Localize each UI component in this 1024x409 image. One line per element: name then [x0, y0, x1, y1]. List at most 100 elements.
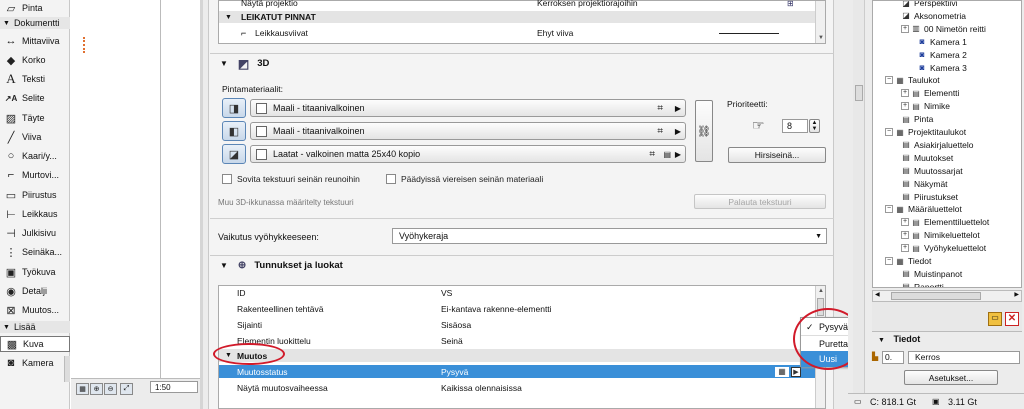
chain-link-button[interactable]: ⛓: [695, 100, 713, 162]
tool-piirustus[interactable]: ▭ Piirustus: [0, 187, 70, 203]
expand-toggle-icon[interactable]: −: [885, 257, 893, 265]
material-side-a-icon[interactable]: ◨: [222, 98, 246, 118]
tool-tyokuva[interactable]: ▣ Työkuva: [0, 264, 70, 280]
tree-node[interactable]: + ▤ Nimike: [901, 100, 950, 112]
tool-teksti[interactable]: A Teksti: [0, 71, 70, 87]
expand-toggle-icon[interactable]: +: [901, 218, 909, 227]
info-header[interactable]: ▼ Tiedot: [878, 334, 920, 344]
scroll-up-icon[interactable]: ▲: [816, 286, 825, 296]
material-select-3[interactable]: Laatat - valkoinen matta 25x40 kopio ⌗ ▤…: [250, 145, 686, 163]
priority-stepper[interactable]: ▲ ▼: [809, 119, 820, 133]
tool-mittaviiva[interactable]: ↔ Mittaviiva: [0, 33, 70, 49]
grid-scrollbar[interactable]: ▼: [815, 1, 825, 43]
tree-node[interactable]: ◙ Kamera 3: [917, 62, 967, 74]
hirsi-button[interactable]: Hirsiseinä...: [728, 147, 826, 163]
tool-muutos[interactable]: ⊠ Muutos...: [0, 302, 70, 318]
dropdown-arrow-icon[interactable]: ▶: [791, 366, 801, 377]
tree-node[interactable]: ▤ Näkymät: [901, 178, 947, 190]
expand-toggle-icon[interactable]: +: [901, 231, 909, 240]
table-row[interactable]: Näytä muutosvaiheessa Kaikissa olennaisis…: [219, 381, 817, 394]
expand-toggle-icon[interactable]: +: [901, 102, 909, 111]
grid-group-row[interactable]: ▼ LEIKATUT PINNAT: [219, 11, 815, 23]
fit-window-icon[interactable]: ⤢: [120, 383, 133, 395]
priority-input[interactable]: 8: [782, 119, 808, 133]
scale-field[interactable]: 1:50: [150, 381, 198, 393]
table-row[interactable]: Elementin luokittelu Seinä: [219, 334, 817, 347]
tree-node[interactable]: ◙ Kamera 2: [917, 49, 967, 61]
scroll-right-icon[interactable]: ▶: [1014, 291, 1019, 298]
settings-button[interactable]: Asetukset...: [904, 370, 998, 385]
tree-hscrollbar[interactable]: ◀ ▶: [872, 290, 1022, 302]
tree-node[interactable]: + ▤ Nimikeluettelot: [901, 229, 980, 241]
table-row-selected[interactable]: Muutosstatus Pysyvä ▦ ▶: [219, 365, 817, 378]
floor-number-field[interactable]: 0.: [882, 351, 904, 364]
adjacent-material-checkbox[interactable]: Päädyissä viereisen seinän materiaali: [386, 174, 543, 184]
tool-murtoviiva[interactable]: ⌐ Murtovi...: [0, 167, 70, 183]
tree-node[interactable]: − ▦ Määräluettelot: [885, 203, 962, 215]
tree-node[interactable]: ▤ Pinta: [901, 113, 933, 125]
zone-select[interactable]: Vyöhykeraja ▼: [392, 228, 827, 244]
expand-toggle-icon[interactable]: −: [885, 128, 893, 136]
tree-node[interactable]: ▤ Muutokset: [901, 152, 953, 164]
restore-texture-button[interactable]: Palauta tekstuuri: [694, 194, 826, 209]
expand-toggle-icon[interactable]: −: [885, 76, 893, 85]
section-dokumentti[interactable]: ▼ Dokumentti: [0, 17, 70, 29]
tree-node[interactable]: − ▦ Projektitaulukot: [885, 126, 966, 138]
tool-seinakaavio[interactable]: ⋮ Seinäka...: [0, 244, 70, 260]
scroll-thumb[interactable]: [891, 292, 981, 300]
tree-node[interactable]: ◙ Kamera 1: [917, 36, 967, 48]
tool-julkisivu[interactable]: ⊣ Julkisivu: [0, 225, 70, 241]
toolbox-scrollbar[interactable]: [64, 356, 70, 382]
tree-node[interactable]: ▤ Piirustukset: [901, 191, 958, 203]
section-ids-header[interactable]: ▼ ⊕ Tunnukset ja luokat: [210, 255, 834, 275]
tree-node[interactable]: ▤ Asiakirjaluettelo: [901, 139, 973, 151]
material-side-b-icon[interactable]: ◧: [222, 121, 246, 141]
tree-node[interactable]: ▤ Muutossarjat: [901, 165, 962, 177]
tool-selite[interactable]: ↗A Selite: [0, 90, 70, 106]
tree-node[interactable]: + ▤ Elementtiluettelot: [901, 216, 989, 228]
tool-tayte[interactable]: ▨ Täyte: [0, 110, 70, 126]
tree-node[interactable]: + ▤ Vyöhykeluettelot: [901, 242, 986, 254]
tool-pinta[interactable]: ▱ Pinta: [0, 0, 70, 16]
tree-node[interactable]: − ▦ Tiedot: [885, 255, 931, 267]
material-select-1[interactable]: Maali - titaanivalkoinen ⌗ ▶: [250, 99, 686, 117]
tool-kaari[interactable]: ○ Kaari/y...: [0, 148, 70, 164]
grid-row[interactable]: Näytä projektio Kerroksen projektiorajoi…: [219, 0, 815, 9]
panel-scrollbar[interactable]: [853, 0, 865, 409]
material-select-2[interactable]: Maali - titaanivalkoinen ⌗ ▶: [250, 122, 686, 140]
floor-name-field[interactable]: Kerros: [908, 351, 1020, 364]
tree-node[interactable]: ▤ Muistinpanot: [901, 268, 962, 280]
tree-node[interactable]: ◪ Perspektiivi: [901, 1, 957, 9]
section-3d-header[interactable]: ▼ ◩ 3D: [210, 53, 834, 73]
view-button-icon[interactable]: ▦: [76, 383, 89, 395]
zoom-in-icon[interactable]: ⊕: [90, 383, 103, 395]
zoom-out-icon[interactable]: ⊖: [104, 383, 117, 395]
group-row-muutos[interactable]: ▼ Muutos: [219, 349, 817, 362]
folder-icon[interactable]: ▭: [988, 312, 1002, 326]
tree-node[interactable]: − ▦ Taulukot: [885, 74, 940, 86]
tool-viiva[interactable]: ╱ Viiva: [0, 129, 70, 145]
grid-row[interactable]: ⌐ Leikkausviivat Ehyt viiva: [219, 27, 815, 39]
table-row[interactable]: Rakenteellinen tehtävä Ei-kantava rakenne…: [219, 302, 817, 315]
tool-leikkaus[interactable]: ⊢ Leikkaus: [0, 206, 70, 222]
expand-toggle-icon[interactable]: +: [901, 89, 909, 98]
tree-node[interactable]: + ▥ 00 Nimetön reitti: [901, 23, 986, 35]
table-row[interactable]: ID VS: [219, 286, 817, 299]
material-edge-icon[interactable]: ◪: [222, 144, 246, 164]
delete-icon[interactable]: ✕: [1005, 312, 1019, 326]
fit-texture-checkbox[interactable]: Sovita tekstuuri seinän reunoihin: [222, 174, 360, 184]
scroll-left-icon[interactable]: ◀: [875, 291, 880, 298]
tool-kuva[interactable]: ▩ Kuva: [0, 336, 70, 352]
expand-toggle-icon[interactable]: +: [901, 244, 909, 253]
tool-korko[interactable]: ◆ Korko: [0, 52, 70, 68]
tool-detalji[interactable]: ◉ Detalji: [0, 283, 70, 299]
tree-node[interactable]: + ▤ Elementti: [901, 87, 959, 99]
tree-node[interactable]: ◪ Aksonometria: [901, 10, 966, 22]
scroll-thumb[interactable]: [855, 85, 863, 101]
scroll-down-icon[interactable]: ▼: [816, 33, 826, 43]
expand-toggle-icon[interactable]: +: [901, 24, 909, 33]
expand-toggle-icon[interactable]: −: [885, 205, 893, 214]
tree-node[interactable]: ▤ Raportti: [901, 281, 944, 287]
tool-kamera[interactable]: ◙ Kamera: [0, 355, 70, 371]
section-lisaa[interactable]: ▼ Lisää: [0, 321, 70, 333]
